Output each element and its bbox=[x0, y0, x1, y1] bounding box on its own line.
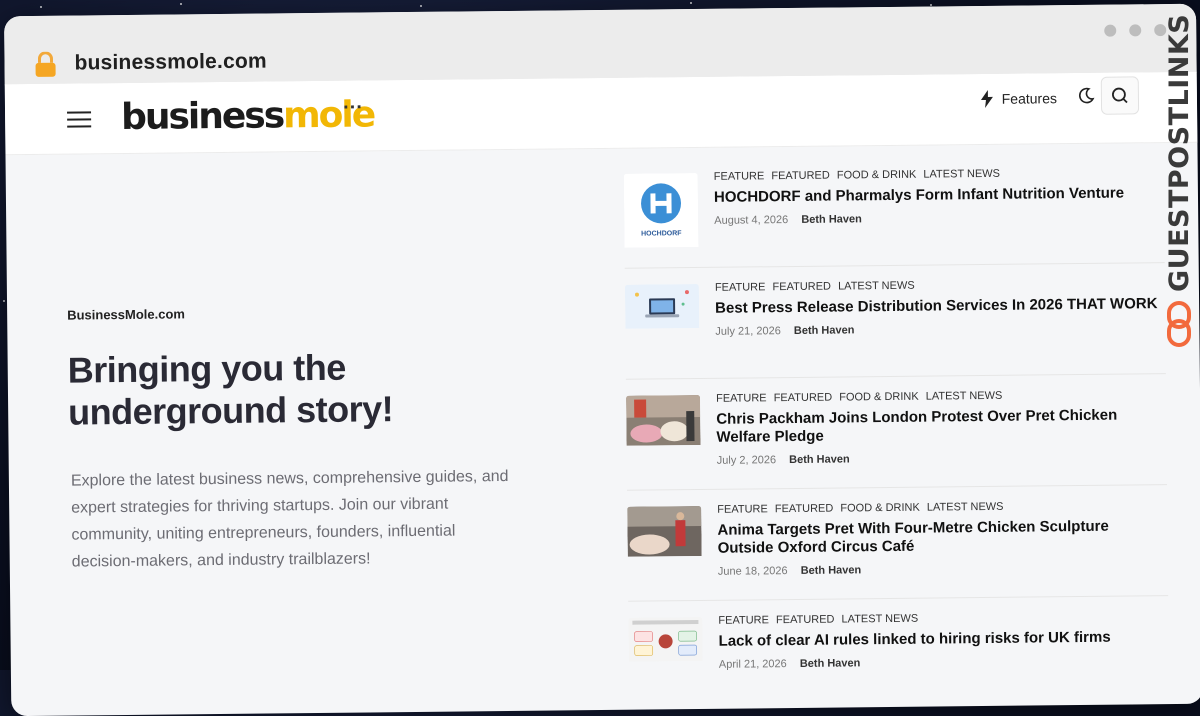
tag-link[interactable]: FEATURED bbox=[776, 614, 835, 627]
news-thumbnail[interactable] bbox=[626, 394, 701, 451]
news-meta: July 2, 2026 Beth Haven bbox=[716, 450, 1167, 467]
news-item[interactable]: FEATURE FEATURED FOOD & DRINK LATEST NEW… bbox=[627, 499, 1169, 602]
tag-link[interactable]: LATEST NEWS bbox=[927, 501, 1004, 514]
badge-text: GUESTPOSTLINKS bbox=[1164, 13, 1195, 292]
url-text[interactable]: businessmole.com bbox=[74, 49, 267, 75]
window-dot-icon[interactable] bbox=[1104, 24, 1117, 37]
news-title[interactable]: Best Press Release Distribution Services… bbox=[715, 295, 1165, 318]
news-author[interactable]: Beth Haven bbox=[801, 213, 862, 226]
hero-title: Bringing you the underground story! bbox=[67, 346, 394, 433]
tag-link[interactable]: LATEST NEWS bbox=[841, 613, 918, 626]
moon-icon[interactable] bbox=[1077, 87, 1095, 110]
news-thumbnail[interactable]: HOCHDORF bbox=[623, 172, 699, 253]
tag-link[interactable]: FEATURE bbox=[718, 614, 769, 627]
news-item[interactable]: FEATURE FEATURED FOOD & DRINK LATEST NEW… bbox=[626, 388, 1168, 491]
news-date: July 21, 2026 bbox=[715, 325, 781, 338]
tag-link[interactable]: FEATURE bbox=[715, 281, 766, 294]
news-item[interactable]: FEATURE FEATURED LATEST NEWS Best Press … bbox=[624, 277, 1166, 380]
news-date: June 18, 2026 bbox=[717, 565, 788, 578]
news-tags: FEATURE FEATURED FOOD & DRINK LATEST NEW… bbox=[714, 166, 1164, 183]
search-icon bbox=[1112, 87, 1128, 104]
news-thumbnail[interactable] bbox=[624, 283, 700, 334]
lightning-icon bbox=[980, 89, 993, 108]
news-author[interactable]: Beth Haven bbox=[794, 324, 855, 337]
news-author[interactable]: Beth Haven bbox=[800, 657, 861, 670]
news-tags: FEATURE FEATURED LATEST NEWS bbox=[718, 610, 1168, 627]
window-dot-icon[interactable] bbox=[1129, 24, 1142, 37]
tag-link[interactable]: FOOD & DRINK bbox=[840, 502, 920, 515]
tag-link[interactable]: FEATURE bbox=[716, 392, 767, 405]
hamburger-menu-icon[interactable] bbox=[67, 111, 92, 132]
news-date: July 2, 2026 bbox=[716, 454, 777, 467]
hero-description: Explore the latest business news, compre… bbox=[70, 467, 509, 571]
link-chain-icon bbox=[1166, 300, 1192, 353]
tag-link[interactable]: LATEST NEWS bbox=[838, 280, 915, 293]
thumbnail-caption: HOCHDORF bbox=[641, 230, 682, 237]
news-list: HOCHDORF FEATURE FEATURED FOOD & DRINK L… bbox=[623, 166, 1170, 716]
features-link[interactable]: Features bbox=[980, 89, 1057, 108]
news-author[interactable]: Beth Haven bbox=[801, 564, 862, 577]
news-thumbnail[interactable] bbox=[628, 616, 703, 667]
tag-link[interactable]: FEATURED bbox=[774, 392, 833, 405]
hero-kicker: BusinessMole.com bbox=[67, 306, 186, 323]
news-thumbnail[interactable] bbox=[627, 505, 702, 562]
window-controls bbox=[1104, 24, 1167, 37]
tag-link[interactable]: LATEST NEWS bbox=[923, 168, 1000, 181]
news-title[interactable]: Chris Packham Joins London Protest Over … bbox=[716, 406, 1166, 447]
site-logo[interactable]: businessmole bbox=[121, 94, 374, 138]
news-date: April 21, 2026 bbox=[718, 658, 787, 671]
tag-link[interactable]: FOOD & DRINK bbox=[839, 391, 919, 404]
news-meta: April 21, 2026 Beth Haven bbox=[718, 654, 1169, 671]
news-tags: FEATURE FEATURED FOOD & DRINK LATEST NEW… bbox=[716, 388, 1166, 405]
news-item[interactable]: FEATURE FEATURED LATEST NEWS Lack of cle… bbox=[628, 610, 1170, 713]
guestpostlinks-badge: GUESTPOSTLINKS bbox=[1160, 13, 1200, 353]
news-meta: July 21, 2026 Beth Haven bbox=[715, 321, 1165, 338]
tag-link[interactable]: FEATURED bbox=[775, 503, 834, 516]
news-meta: June 18, 2026 Beth Haven bbox=[718, 561, 1168, 578]
news-item[interactable]: HOCHDORF FEATURE FEATURED FOOD & DRINK L… bbox=[623, 166, 1165, 269]
news-author[interactable]: Beth Haven bbox=[789, 453, 850, 466]
tag-link[interactable]: LATEST NEWS bbox=[926, 390, 1003, 403]
more-options-icon[interactable]: ··· bbox=[343, 96, 363, 119]
news-title[interactable]: HOCHDORF and Pharmalys Form Infant Nutri… bbox=[714, 184, 1164, 207]
browser-window: businessmole.com businessmole ··· Featur… bbox=[4, 3, 1200, 716]
search-button[interactable] bbox=[1100, 76, 1140, 115]
tag-link[interactable]: FEATURE bbox=[714, 170, 765, 183]
news-tags: FEATURE FEATURED FOOD & DRINK LATEST NEW… bbox=[717, 499, 1167, 516]
news-title[interactable]: Anima Targets Pret With Four-Metre Chick… bbox=[717, 517, 1167, 558]
news-title[interactable]: Lack of clear AI rules linked to hiring … bbox=[719, 628, 1169, 651]
lock-icon bbox=[34, 51, 56, 83]
news-meta: August 4, 2026 Beth Haven bbox=[714, 210, 1164, 227]
tag-link[interactable]: FEATURED bbox=[771, 170, 830, 183]
tag-link[interactable]: FOOD & DRINK bbox=[837, 169, 917, 182]
features-label: Features bbox=[1001, 90, 1058, 107]
site-header: businessmole ··· Features bbox=[4, 71, 1198, 156]
tag-link[interactable]: FEATURED bbox=[772, 281, 831, 294]
news-date: August 4, 2026 bbox=[714, 214, 789, 227]
news-tags: FEATURE FEATURED LATEST NEWS bbox=[715, 277, 1165, 294]
tag-link[interactable]: FEATURE bbox=[717, 503, 768, 516]
